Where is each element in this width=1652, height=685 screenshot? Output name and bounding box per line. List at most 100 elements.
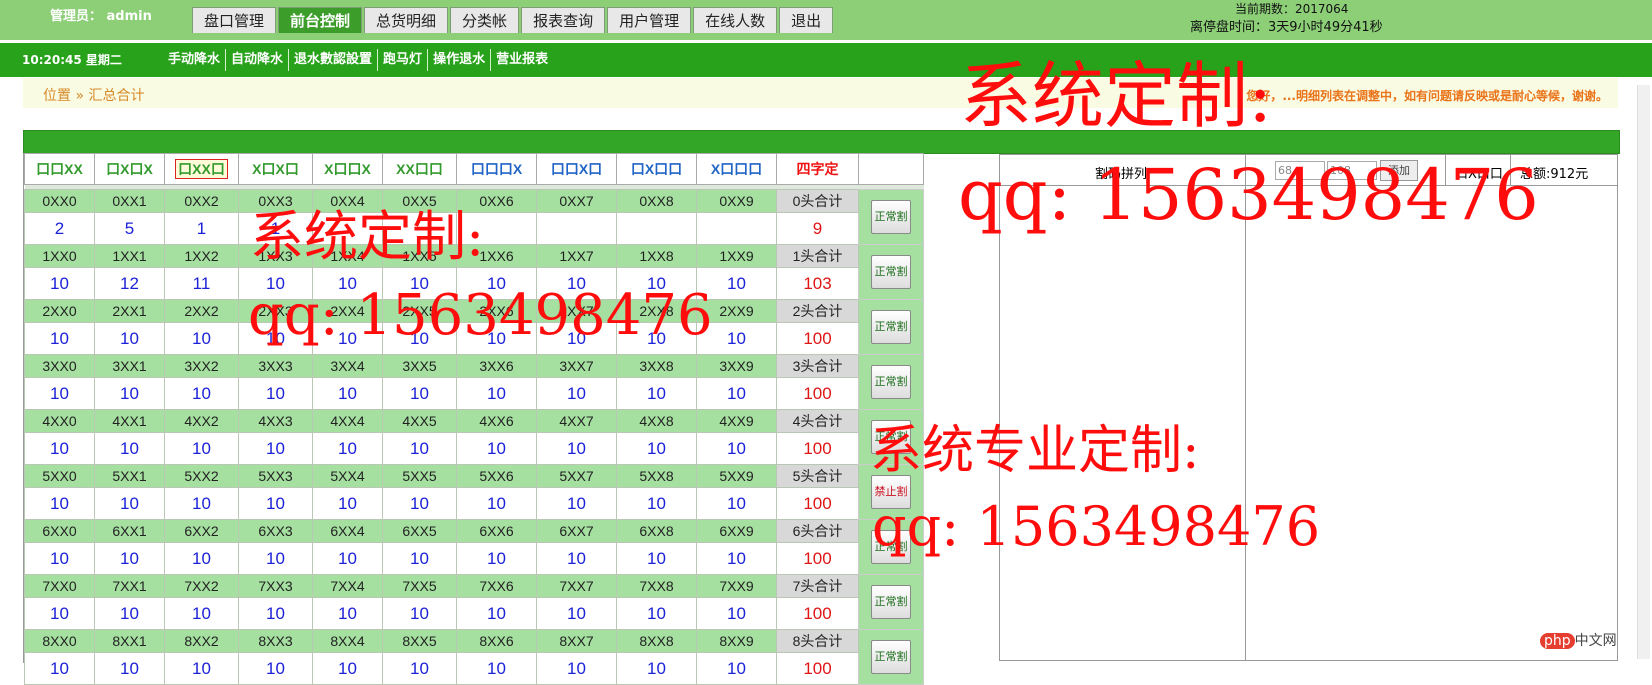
column-header[interactable]: X口口X	[312, 153, 383, 185]
amount-cell[interactable]: 10	[238, 597, 313, 630]
amount-cell[interactable]: 12	[94, 267, 165, 300]
subnav-item-0[interactable]: 手动降水	[163, 49, 225, 71]
tab-6[interactable]: 在线人数	[693, 7, 778, 33]
amount-cell[interactable]: 10	[616, 542, 697, 575]
row-sum-value[interactable]: 100	[776, 322, 859, 355]
amount-cell[interactable]: 10	[164, 377, 239, 410]
amount-cell[interactable]: 10	[456, 652, 537, 685]
amount-cell[interactable]: 10	[164, 322, 239, 355]
amount-cell[interactable]: 10	[616, 597, 697, 630]
split-toggle-button[interactable]: 正常割	[871, 200, 911, 234]
amount-cell[interactable]: 10	[94, 597, 165, 630]
amount-cell[interactable]: 10	[24, 652, 95, 685]
row-sum-value[interactable]: 100	[776, 432, 859, 465]
amount-cell[interactable]: 10	[164, 652, 239, 685]
amount-cell[interactable]: 10	[696, 487, 777, 520]
amount-cell[interactable]: 10	[382, 542, 457, 575]
amount-cell[interactable]: 10	[616, 652, 697, 685]
amount-cell[interactable]: 10	[456, 597, 537, 630]
amount-cell[interactable]: 5	[94, 212, 165, 245]
split-toggle-button[interactable]: 正常割	[871, 365, 911, 399]
amount-cell[interactable]: 2	[24, 212, 95, 245]
row-sum-value[interactable]: 100	[776, 487, 859, 520]
column-header[interactable]: 口XX口	[164, 153, 239, 185]
amount-cell[interactable]: 10	[312, 487, 383, 520]
amount-cell[interactable]: 10	[382, 377, 457, 410]
amount-cell[interactable]: 10	[238, 377, 313, 410]
row-sum-value[interactable]: 100	[776, 542, 859, 575]
amount-cell[interactable]: 10	[94, 487, 165, 520]
amount-cell[interactable]: 10	[24, 542, 95, 575]
amount-cell[interactable]: 10	[536, 597, 617, 630]
row-sum-value[interactable]: 103	[776, 267, 859, 300]
amount-cell[interactable]: 10	[536, 487, 617, 520]
amount-cell[interactable]: 10	[24, 487, 95, 520]
subnav-item-3[interactable]: 跑马灯	[377, 49, 427, 71]
subnav-item-4[interactable]: 操作退水	[427, 49, 490, 71]
column-header[interactable]: X口口口	[696, 153, 777, 185]
column-header[interactable]: 口口X口	[536, 153, 617, 185]
column-header[interactable]: 四字定	[776, 153, 859, 185]
tab-4[interactable]: 报表查询	[521, 7, 606, 33]
tab-0[interactable]: 盘口管理	[192, 7, 277, 33]
amount-cell[interactable]: 10	[164, 597, 239, 630]
amount-cell[interactable]: 10	[24, 322, 95, 355]
subnav-item-1[interactable]: 自动降水	[225, 49, 288, 71]
amount-cell[interactable]: 10	[94, 652, 165, 685]
column-header[interactable]: 口口口X	[456, 153, 537, 185]
amount-cell[interactable]: 11	[164, 267, 239, 300]
amount-cell[interactable]: 10	[696, 652, 777, 685]
tab-2[interactable]: 总货明细	[364, 7, 449, 33]
row-sum-value[interactable]: 100	[776, 377, 859, 410]
amount-cell[interactable]: 10	[312, 597, 383, 630]
tab-7[interactable]: 退出	[779, 7, 834, 33]
amount-cell[interactable]: 10	[238, 652, 313, 685]
amount-cell[interactable]: 10	[24, 432, 95, 465]
amount-cell[interactable]: 10	[312, 432, 383, 465]
column-header[interactable]: 口X口口	[616, 153, 697, 185]
amount-cell[interactable]: 10	[238, 542, 313, 575]
amount-cell[interactable]: 10	[312, 652, 383, 685]
amount-cell[interactable]: 10	[238, 432, 313, 465]
amount-cell[interactable]: 10	[164, 487, 239, 520]
amount-cell[interactable]: 10	[456, 432, 537, 465]
amount-cell[interactable]: 10	[382, 487, 457, 520]
amount-cell[interactable]: 10	[24, 597, 95, 630]
amount-cell[interactable]: 10	[456, 487, 537, 520]
amount-cell[interactable]: 10	[312, 377, 383, 410]
split-toggle-button[interactable]: 正常割	[871, 585, 911, 619]
subnav-item-2[interactable]: 退水數認設置	[288, 49, 377, 71]
amount-cell[interactable]: 10	[536, 377, 617, 410]
amount-cell[interactable]: 10	[696, 597, 777, 630]
amount-cell[interactable]: 10	[24, 377, 95, 410]
split-toggle-button[interactable]: 正常割	[871, 255, 911, 289]
amount-cell[interactable]: 10	[94, 432, 165, 465]
amount-cell[interactable]: 10	[238, 487, 313, 520]
amount-cell[interactable]: 10	[536, 432, 617, 465]
tab-3[interactable]: 分类帐	[450, 7, 520, 33]
column-header[interactable]: X口X口	[238, 153, 313, 185]
column-header[interactable]: 口X口X	[94, 153, 165, 185]
amount-cell[interactable]: 10	[94, 322, 165, 355]
amount-cell[interactable]: 10	[536, 652, 617, 685]
amount-cell[interactable]: 10	[382, 652, 457, 685]
amount-cell[interactable]: 10	[696, 377, 777, 410]
tab-5[interactable]: 用户管理	[607, 7, 692, 33]
tab-1[interactable]: 前台控制	[278, 7, 363, 33]
amount-cell[interactable]: 10	[616, 377, 697, 410]
amount-cell[interactable]: 10	[164, 542, 239, 575]
amount-cell[interactable]: 10	[164, 432, 239, 465]
amount-cell[interactable]: 10	[382, 432, 457, 465]
row-sum-value[interactable]: 100	[776, 652, 859, 685]
amount-cell[interactable]: 10	[382, 597, 457, 630]
column-header[interactable]: 口口XX	[24, 153, 95, 185]
split-toggle-button[interactable]: 正常割	[871, 310, 911, 344]
amount-cell[interactable]: 10	[456, 377, 537, 410]
amount-cell[interactable]: 1	[164, 212, 239, 245]
amount-cell[interactable]: 10	[24, 267, 95, 300]
split-toggle-button[interactable]: 正常割	[871, 640, 911, 674]
amount-cell[interactable]: 10	[94, 542, 165, 575]
subnav-item-5[interactable]: 营业报表	[490, 49, 553, 71]
amount-cell[interactable]: 10	[456, 542, 537, 575]
column-header[interactable]: XX口口	[382, 153, 457, 185]
